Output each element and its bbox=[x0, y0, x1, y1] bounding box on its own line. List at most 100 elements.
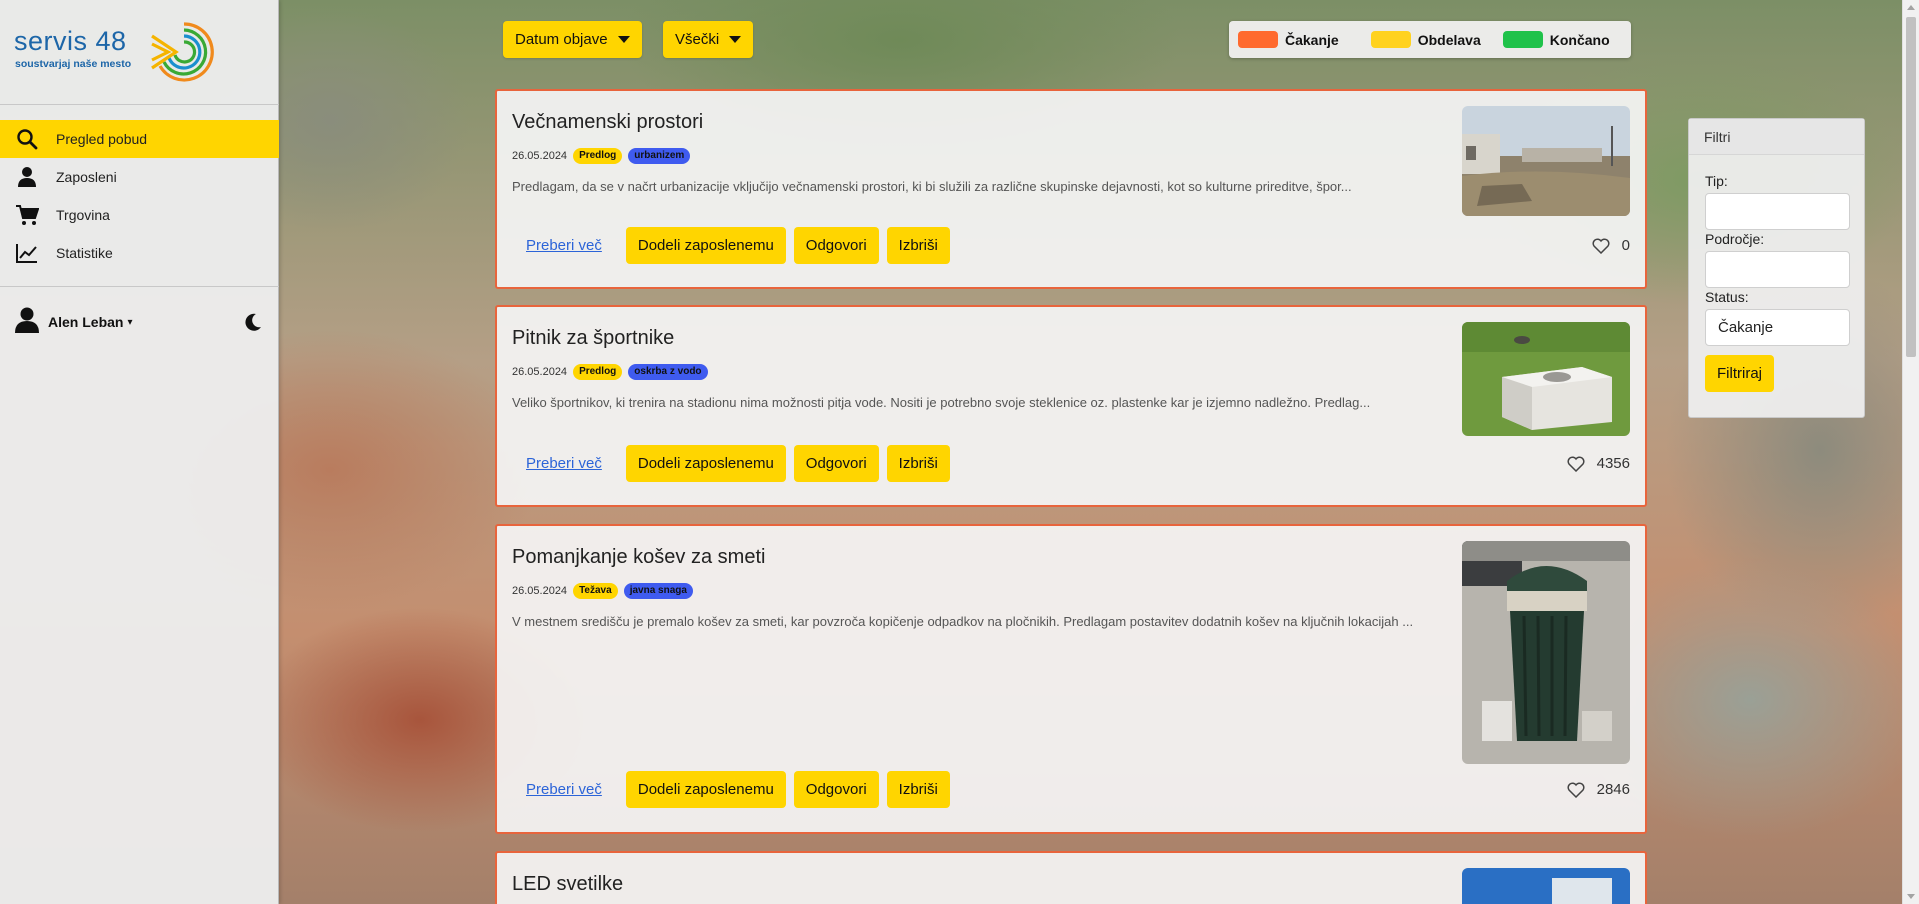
filter-status-select[interactable]: Čakanje bbox=[1705, 309, 1850, 346]
sidebar-item-label: Zaposleni bbox=[56, 169, 117, 185]
read-more-link[interactable]: Preberi več bbox=[526, 237, 602, 254]
legend-swatch bbox=[1502, 31, 1543, 48]
legend-swatch bbox=[1238, 31, 1278, 48]
card-actions: Preberi več Dodeli zaposlenemu Odgovori … bbox=[512, 771, 958, 808]
logo-name: servis 48 bbox=[14, 26, 127, 56]
vacant-lot-photo[interactable] bbox=[1462, 106, 1630, 216]
card-actions: Preberi več Dodeli zaposlenemu Odgovori … bbox=[512, 445, 958, 482]
heart-icon[interactable] bbox=[1592, 238, 1610, 254]
delete-button[interactable]: Izbriši bbox=[886, 445, 950, 482]
logo-rings-icon bbox=[151, 22, 214, 82]
user-name-dropdown[interactable]: Alen Leban bbox=[48, 314, 123, 330]
chart-line-icon bbox=[14, 240, 40, 266]
filter-status-label: Status: bbox=[1705, 289, 1749, 305]
heart-icon[interactable] bbox=[1567, 782, 1585, 798]
logo-tagline: soustvarjaj naše mesto bbox=[15, 58, 132, 70]
card-description: V mestnem središču je premalo košev za s… bbox=[512, 614, 1414, 629]
overflowing-trash-bin-photo[interactable] bbox=[1462, 541, 1630, 764]
street-light-photo[interactable] bbox=[1462, 868, 1630, 904]
search-icon bbox=[14, 126, 40, 152]
read-more-link[interactable]: Preberi več bbox=[526, 455, 602, 472]
category-badge: oskrba z vodo bbox=[628, 364, 708, 380]
filter-panel: Filtri Tip: Področje: Status: Čakanje Fi… bbox=[1688, 118, 1865, 418]
category-badge: urbanizem bbox=[628, 148, 691, 164]
user-icon bbox=[14, 306, 40, 339]
card-title[interactable]: LED svetilke bbox=[512, 873, 623, 896]
card-title[interactable]: Večnamenski prostori bbox=[512, 111, 703, 134]
filter-dropdown-button[interactable]: Všečki bbox=[663, 21, 754, 58]
category-badge: javna snaga bbox=[623, 583, 693, 599]
assign-employee-button[interactable]: Dodeli zaposlenemu bbox=[625, 771, 786, 808]
card-meta: 26.05.2024 Predlog oskrba z vodo bbox=[512, 364, 708, 380]
filter-submit-button[interactable]: Filtriraj bbox=[1705, 355, 1774, 392]
sidebar-item-label: Pregled pobud bbox=[56, 131, 148, 147]
card-actions: Preberi več Dodeli zaposlenemu Odgovori … bbox=[512, 227, 958, 264]
delete-button[interactable]: Izbriši bbox=[886, 227, 950, 264]
caret-down-icon bbox=[617, 36, 630, 43]
filter-panel-title: Filtri bbox=[1689, 119, 1864, 155]
initiative-card: Pomanjkanje košev za smeti 26.05.2024 Te… bbox=[495, 524, 1647, 834]
read-more-link[interactable]: Preberi več bbox=[526, 781, 602, 798]
initiative-card: Pitnik za športnike 26.05.2024 Predlog o… bbox=[495, 305, 1647, 507]
legend-label: Končano bbox=[1549, 31, 1610, 48]
initiative-card: LED svetilke bbox=[495, 851, 1647, 904]
filter-type-label: Tip: bbox=[1705, 173, 1728, 189]
filter-type-input[interactable] bbox=[1705, 193, 1850, 230]
type-badge: Predlog bbox=[573, 148, 623, 164]
moon-icon[interactable] bbox=[242, 311, 264, 333]
likes: 2846 bbox=[1567, 781, 1630, 798]
assign-employee-button[interactable]: Dodeli zaposlenemu bbox=[625, 445, 786, 482]
heart-icon[interactable] bbox=[1567, 456, 1585, 472]
legend-item-obdelava: Obdelava bbox=[1370, 31, 1481, 48]
sidebar-item-zaposleni[interactable]: Zaposleni bbox=[0, 158, 279, 196]
scroll-down-icon[interactable] bbox=[1907, 894, 1915, 899]
legend-item-koncano: Končano bbox=[1502, 31, 1610, 48]
type-badge: Težava bbox=[573, 583, 618, 599]
delete-button[interactable]: Izbriši bbox=[886, 771, 950, 808]
sort-dropdown-button[interactable]: Datum objave bbox=[503, 21, 642, 58]
cart-icon bbox=[14, 202, 40, 228]
filter-dropdown-label: Všečki bbox=[675, 31, 720, 48]
sidebar-nav: Pregled pobud Zaposleni Trgovina Statist… bbox=[0, 120, 279, 272]
chevron-down-icon[interactable]: ▾ bbox=[127, 317, 132, 328]
likes-count: 4356 bbox=[1596, 455, 1630, 472]
caret-down-icon bbox=[729, 36, 742, 43]
likes: 0 bbox=[1592, 237, 1630, 254]
card-meta: 26.05.2024 Težava javna snaga bbox=[512, 583, 693, 599]
scroll-up-icon[interactable] bbox=[1907, 5, 1915, 10]
sidebar-item-label: Statistike bbox=[56, 245, 113, 261]
legend-item-cakanje: Čakanje bbox=[1238, 31, 1339, 48]
likes-count: 0 bbox=[1621, 237, 1630, 254]
sidebar-item-pregled-pobud[interactable]: Pregled pobud bbox=[0, 120, 279, 158]
reply-button[interactable]: Odgovori bbox=[793, 445, 879, 482]
user-icon bbox=[14, 164, 40, 190]
card-description: Veliko športnikov, ki trenira na stadion… bbox=[512, 395, 1371, 410]
logo[interactable]: servis 48 soustvarjaj naše mesto bbox=[14, 18, 219, 88]
sidebar-divider bbox=[0, 104, 279, 105]
legend-swatch bbox=[1370, 31, 1411, 48]
likes-count: 2846 bbox=[1596, 781, 1630, 798]
sidebar-item-label: Trgovina bbox=[56, 207, 110, 223]
card-date: 26.05.2024 bbox=[512, 150, 568, 162]
sidebar-item-statistike[interactable]: Statistike bbox=[0, 234, 279, 272]
legend-label: Čakanje bbox=[1285, 31, 1339, 48]
card-title[interactable]: Pitnik za športnike bbox=[512, 327, 674, 350]
likes: 4356 bbox=[1567, 455, 1630, 472]
card-description: Predlagam, da se v načrt urbanizacije vk… bbox=[512, 179, 1352, 194]
card-date: 26.05.2024 bbox=[512, 585, 568, 597]
drinking-fountain-photo[interactable] bbox=[1462, 322, 1630, 436]
scrollbar-thumb[interactable] bbox=[1906, 17, 1916, 357]
filter-area-input[interactable] bbox=[1705, 251, 1850, 288]
assign-employee-button[interactable]: Dodeli zaposlenemu bbox=[625, 227, 786, 264]
card-title[interactable]: Pomanjkanje košev za smeti bbox=[512, 546, 765, 569]
reply-button[interactable]: Odgovori bbox=[793, 227, 879, 264]
reply-button[interactable]: Odgovori bbox=[793, 771, 879, 808]
sidebar: servis 48 soustvarjaj naše mesto Pregled… bbox=[0, 0, 279, 904]
card-date: 26.05.2024 bbox=[512, 366, 568, 378]
sort-dropdown-label: Datum objave bbox=[515, 31, 608, 48]
card-meta: 26.05.2024 Predlog urbanizem bbox=[512, 148, 691, 164]
page-scrollbar[interactable] bbox=[1902, 0, 1919, 904]
initiative-card: Večnamenski prostori 26.05.2024 Predlog … bbox=[495, 89, 1647, 289]
status-legend: Čakanje Obdelava Končano bbox=[1229, 21, 1631, 58]
sidebar-item-trgovina[interactable]: Trgovina bbox=[0, 196, 279, 234]
